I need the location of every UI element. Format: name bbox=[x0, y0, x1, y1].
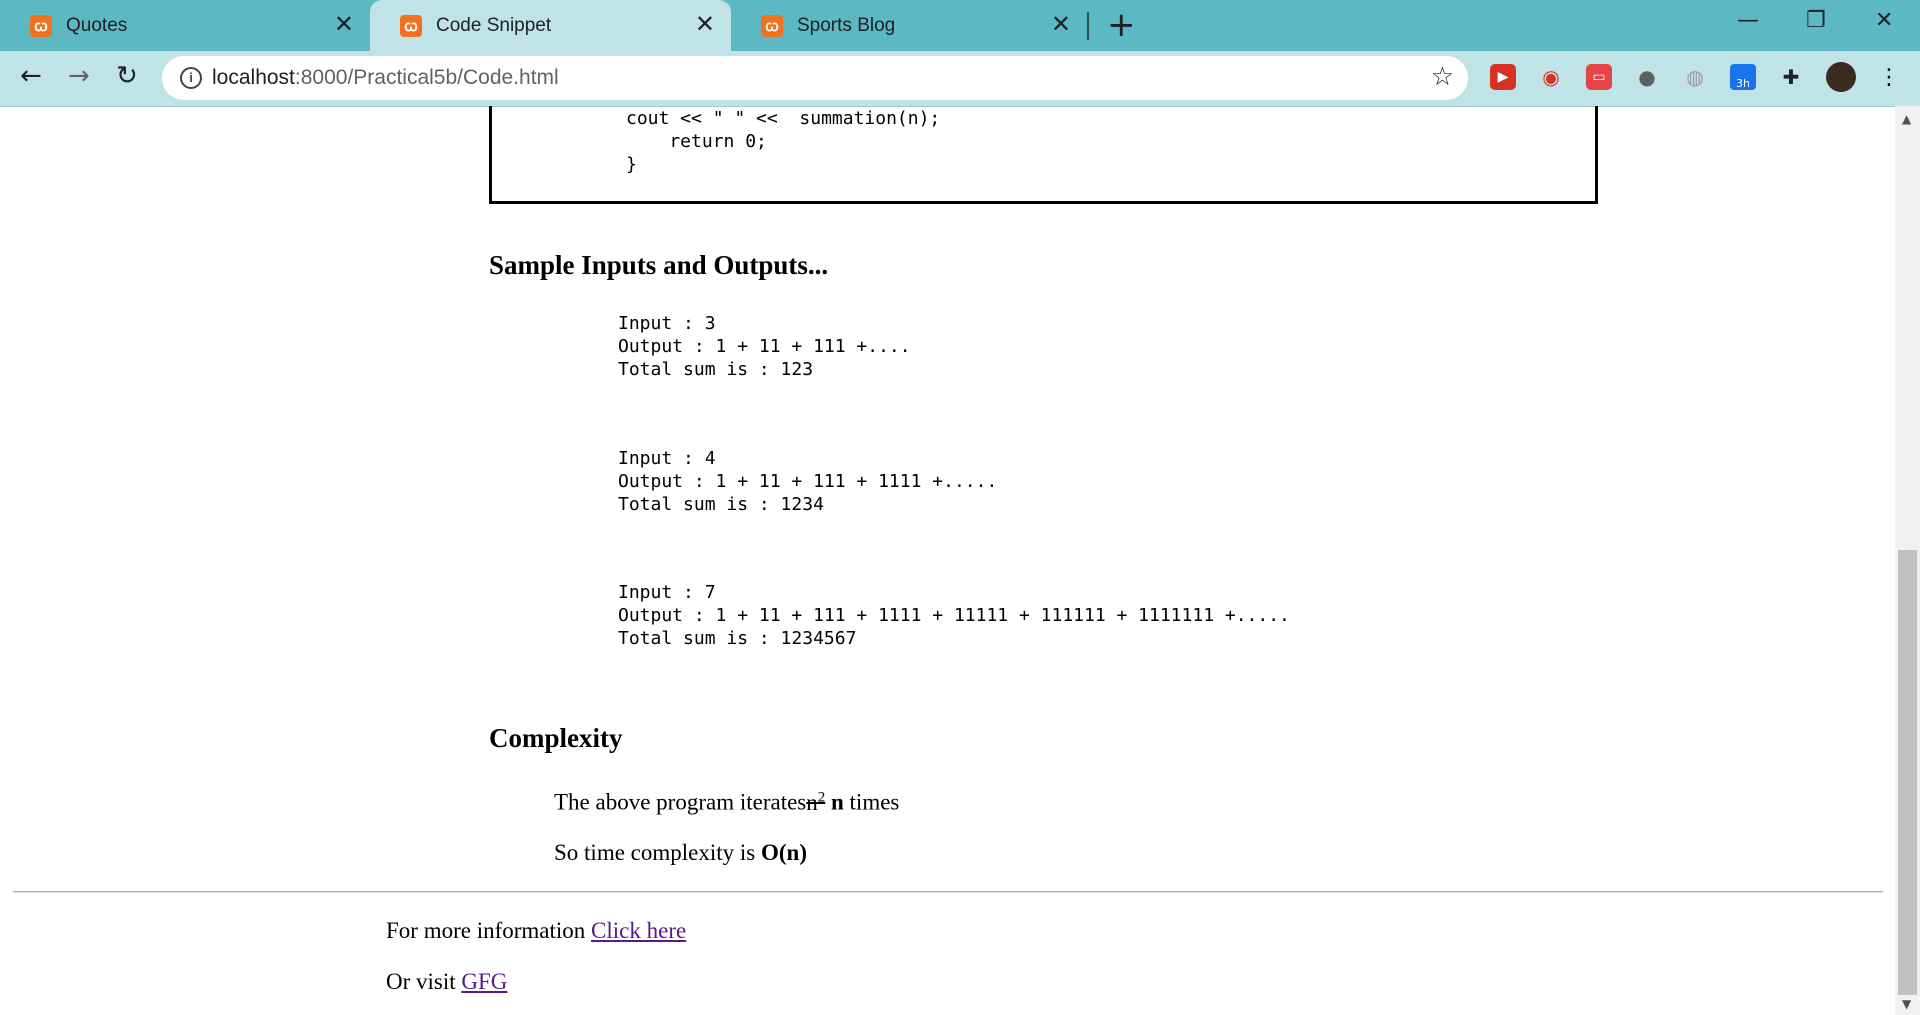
iteration-count: n bbox=[831, 789, 844, 815]
gfg-link[interactable]: GFG bbox=[461, 969, 507, 994]
visit-line: Or visit GFG bbox=[386, 969, 508, 994]
new-tab-button[interactable]: + bbox=[1107, 6, 1136, 44]
xampp-favicon-icon: ꞷ bbox=[400, 14, 422, 37]
restore-icon[interactable]: ❐ bbox=[1806, 8, 1826, 33]
avatar[interactable] bbox=[1826, 62, 1856, 92]
horizontal-divider bbox=[13, 891, 1883, 893]
address-bar[interactable]: i localhost:8000/Practical5b/Code.html ☆ bbox=[162, 56, 1468, 100]
struck-term: n2 bbox=[806, 789, 826, 815]
forward-icon[interactable]: → bbox=[68, 61, 90, 91]
scroll-down-icon[interactable]: ▼ bbox=[1902, 997, 1911, 1011]
media-icon[interactable]: ▶ bbox=[1490, 64, 1516, 90]
calendar-icon[interactable]: 3h bbox=[1730, 64, 1756, 90]
tab-strip: ꞷ Quotes ✕ ꞷ Code Snippet ✕ ꞷ Sports Blo… bbox=[0, 0, 1920, 51]
complexity-text: The above program iterates bbox=[554, 789, 807, 815]
back-icon[interactable]: ← bbox=[20, 61, 42, 91]
complexity-heading: Complexity bbox=[489, 723, 623, 753]
tab-sports-blog[interactable]: ꞷ Sports Blog ✕ bbox=[731, 0, 1087, 51]
close-tab-icon[interactable]: ✕ bbox=[334, 13, 354, 37]
more-info-line: For more information Click here bbox=[386, 918, 687, 943]
close-window-icon[interactable]: ✕ bbox=[1875, 8, 1893, 33]
tab-title: Code Snippet bbox=[436, 14, 552, 36]
url-text[interactable]: localhost:8000/Practical5b/Code.html bbox=[212, 66, 559, 90]
close-tab-icon[interactable]: ✕ bbox=[1051, 13, 1071, 37]
minimize-icon[interactable]: — bbox=[1737, 8, 1759, 33]
url-path: :8000/Practical5b/Code.html bbox=[294, 66, 559, 89]
sample-block-1: Input : 3 Output : 1 + 11 + 111 +.... To… bbox=[618, 313, 911, 380]
tab-title: Sports Blog bbox=[797, 14, 896, 36]
xampp-favicon-icon: ꞷ bbox=[30, 14, 52, 37]
browser-toolbar: ← → ↻ i localhost:8000/Practical5b/Code.… bbox=[0, 51, 1920, 107]
xampp-favicon-icon: ꞷ bbox=[761, 14, 783, 37]
tab-separator bbox=[1087, 12, 1089, 40]
reload-icon[interactable]: ↻ bbox=[116, 61, 138, 91]
sample-block-3: Input : 7 Output : 1 + 11 + 111 + 1111 +… bbox=[618, 582, 1290, 649]
menu-icon[interactable]: ⋮ bbox=[1876, 64, 1902, 90]
scroll-thumb[interactable] bbox=[1898, 550, 1917, 995]
tab-title: Quotes bbox=[66, 14, 128, 36]
calendar-badge: 3h bbox=[1736, 77, 1750, 90]
code-block: cout << " " << summation(n); return 0; } bbox=[489, 106, 1598, 204]
complexity-line-2: So time complexity is O(n) bbox=[554, 840, 807, 865]
samples-heading: Sample Inputs and Outputs... bbox=[489, 250, 829, 280]
wifi-icon[interactable]: ◉ bbox=[1538, 64, 1564, 90]
url-host: localhost bbox=[212, 66, 295, 89]
vertical-scrollbar[interactable]: ▲ ▼ bbox=[1895, 106, 1920, 1015]
tab-code-snippet[interactable]: ꞷ Code Snippet ✕ bbox=[370, 0, 731, 51]
big-o-value: O(n) bbox=[761, 840, 807, 865]
complexity-line-1: The above program iteratesn2 n times bbox=[554, 789, 900, 815]
puzzle-icon[interactable]: ✚ bbox=[1778, 64, 1804, 90]
chat-icon[interactable]: ▭ bbox=[1586, 64, 1612, 90]
globe-icon[interactable]: ◍ bbox=[1682, 64, 1708, 90]
bookmark-star-icon[interactable]: ☆ bbox=[1431, 62, 1454, 92]
sample-block-2: Input : 4 Output : 1 + 11 + 111 + 1111 +… bbox=[618, 448, 998, 515]
close-tab-icon[interactable]: ✕ bbox=[695, 13, 715, 37]
tab-quotes[interactable]: ꞷ Quotes ✕ bbox=[0, 0, 370, 51]
code-text: cout << " " << summation(n); return 0; } bbox=[626, 108, 941, 175]
page-viewport: cout << " " << summation(n); return 0; }… bbox=[0, 106, 1895, 1015]
click-here-link[interactable]: Click here bbox=[591, 918, 686, 943]
circle-icon[interactable]: ● bbox=[1634, 64, 1660, 90]
scroll-up-icon[interactable]: ▲ bbox=[1902, 112, 1911, 126]
site-info-icon[interactable]: i bbox=[180, 67, 202, 89]
